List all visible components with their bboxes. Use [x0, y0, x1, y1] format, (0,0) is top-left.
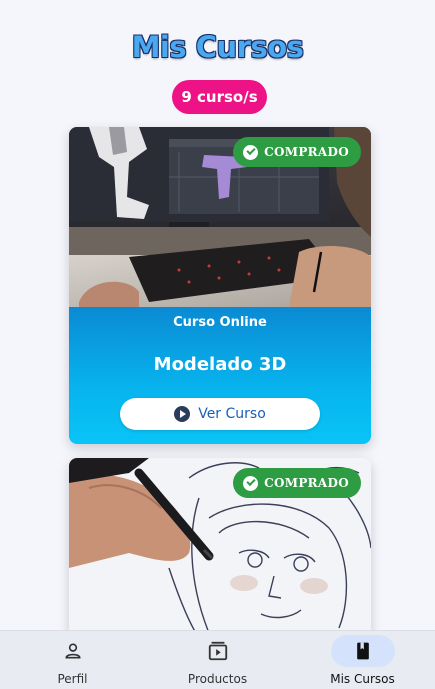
purchased-badge-label: COMPRADO [264, 145, 349, 159]
course-card[interactable]: COMPRADO [69, 458, 371, 630]
nav-item-mis-cursos[interactable]: Mis Cursos [290, 631, 435, 689]
nav-icon-container [330, 635, 395, 667]
page-title: Mis Cursos [131, 30, 304, 64]
course-type: Curso Online [173, 315, 267, 330]
video-library-icon [208, 641, 227, 661]
book-icon [356, 642, 369, 660]
nav-label: Perfil [57, 672, 88, 686]
check-circle-icon [243, 475, 259, 491]
view-course-button[interactable]: Ver Curso [120, 398, 320, 430]
play-circle-icon [174, 406, 191, 422]
nav-item-productos[interactable]: Productos [145, 631, 290, 689]
purchased-badge: COMPRADO [233, 468, 361, 498]
course-card[interactable]: COMPRADO Curso Online Modelado 3D Ver Cu… [69, 127, 371, 444]
nav-icon-container [186, 635, 250, 667]
nav-item-perfil[interactable]: Perfil [0, 631, 145, 689]
purchased-badge-label: COMPRADO [264, 476, 349, 490]
person-icon [64, 643, 81, 659]
nav-label: Mis Cursos [330, 672, 395, 686]
course-card-body: Curso Online Modelado 3D Ver Curso [69, 307, 371, 444]
course-name: Modelado 3D [153, 354, 287, 375]
courses-screen: Mis Cursos 9 curso/s COMPRADO Curso Onli… [0, 0, 435, 630]
purchased-badge: COMPRADO [233, 137, 361, 167]
course-image: COMPRADO [69, 458, 371, 630]
course-count-badge: 9 curso/s [172, 80, 267, 114]
view-course-label: Ver Curso [198, 406, 266, 422]
nav-icon-container [41, 635, 105, 667]
course-image: COMPRADO [69, 127, 371, 307]
nav-label: Productos [187, 672, 248, 686]
check-circle-icon [243, 144, 259, 160]
bottom-navigation: Perfil Productos Mis Cursos [0, 630, 435, 689]
